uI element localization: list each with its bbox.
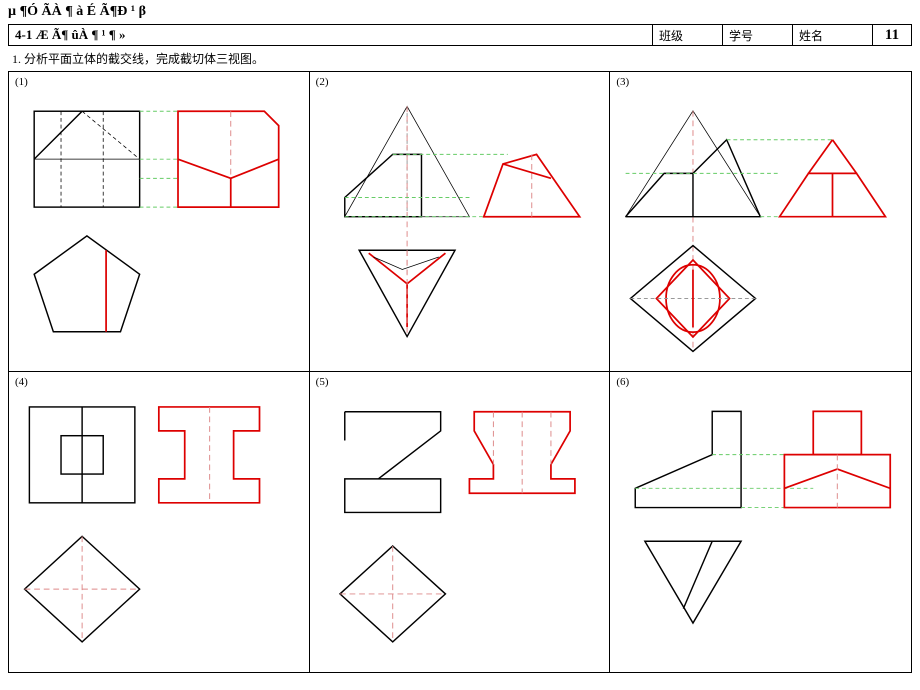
- cell-label-4: (4): [15, 376, 28, 388]
- name-label: 姓名: [793, 25, 873, 45]
- diagram-6: [616, 378, 905, 666]
- diagram-4: [15, 378, 303, 666]
- page-title: µ ¶Ó ÃÀ ¶ à É Ã¶Ð ¹ β: [0, 0, 920, 24]
- cell-label-3: (3): [616, 76, 629, 88]
- diagram-1: [15, 78, 303, 365]
- exercise-cell-6: (6): [610, 372, 911, 672]
- exercise-cell-5: (5): [310, 372, 611, 672]
- exercise-grid: (1) (2): [8, 71, 912, 673]
- exercise-cell-1: (1): [9, 72, 310, 372]
- chapter-label: 4-1 Æ Ã¶ ûÀ ¶ ¹ ¶ »: [9, 25, 653, 45]
- header-row: 4-1 Æ Ã¶ ûÀ ¶ ¹ ¶ » 班级 学号 姓名 11: [8, 24, 912, 46]
- exercise-cell-2: (2): [310, 72, 611, 372]
- id-label: 学号: [723, 25, 793, 45]
- diagram-5: [316, 378, 604, 666]
- cell-label-5: (5): [316, 376, 329, 388]
- exercise-cell-4: (4): [9, 372, 310, 672]
- exercise-cell-3: (3): [610, 72, 911, 372]
- page-number: 11: [873, 25, 911, 45]
- cell-label-6: (6): [616, 376, 629, 388]
- cell-label-1: (1): [15, 76, 28, 88]
- diagram-3: [616, 78, 905, 365]
- instruction-text: 1. 分析平面立体的截交线，完成截切体三视图。: [0, 46, 920, 71]
- diagram-2: [316, 78, 604, 365]
- class-label: 班级: [653, 25, 723, 45]
- cell-label-2: (2): [316, 76, 329, 88]
